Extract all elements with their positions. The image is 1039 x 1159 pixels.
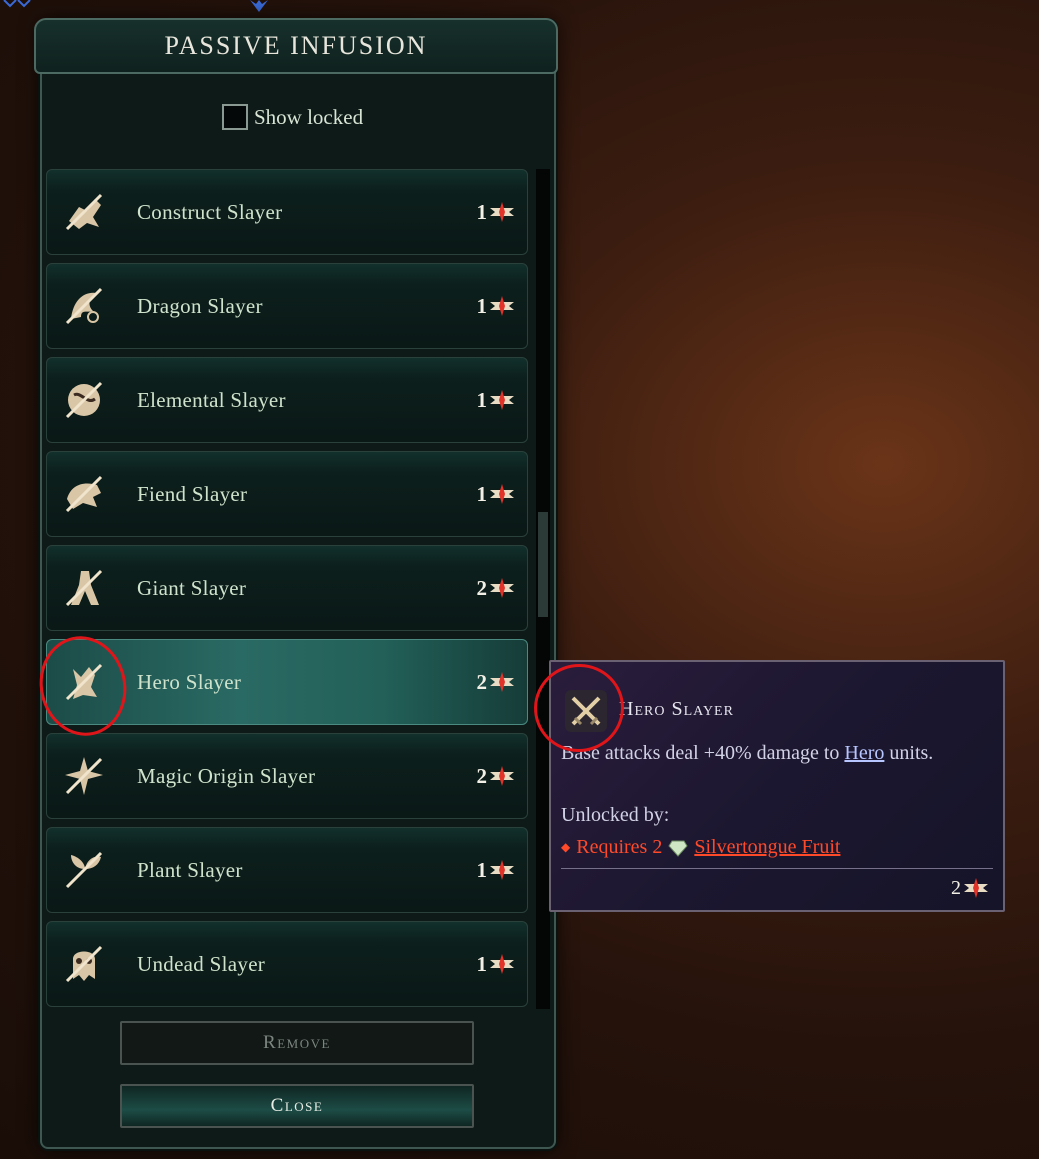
list-item[interactable]: Elemental Slayer 1 <box>46 357 528 443</box>
passive-infusion-panel: PASSIVE INFUSION Show locked Construct S… <box>34 18 558 1149</box>
fiend-slayer-icon <box>59 469 109 519</box>
list-item-cost-value: 1 <box>476 293 488 318</box>
requirement-text: Requires 2 <box>576 836 663 858</box>
plant-slayer-icon <box>59 845 109 895</box>
list-item[interactable]: Fiend Slayer 1 <box>46 451 528 537</box>
list-item-label: Undead Slayer <box>137 951 266 976</box>
unlocked-by-label: Unlocked by: <box>561 804 670 826</box>
list-item-cost: 1 <box>477 858 518 883</box>
list-item-cost: 1 <box>477 200 518 225</box>
show-locked-checkbox[interactable] <box>222 104 248 130</box>
scrollbar-thumb[interactable] <box>538 512 548 617</box>
tooltip-description: Base attacks deal +40% damage to Hero un… <box>561 742 933 765</box>
list-item-label: Elemental Slayer <box>137 387 286 412</box>
title-bar: PASSIVE INFUSION <box>34 18 558 74</box>
remove-button[interactable]: Remove <box>120 1021 474 1065</box>
list-item[interactable]: Dragon Slayer 1 <box>46 263 528 349</box>
construct-slayer-icon <box>59 187 109 237</box>
dragon-slayer-icon <box>59 281 109 331</box>
infusion-cost-icon <box>964 878 988 898</box>
list-item-cost-value: 1 <box>476 857 488 882</box>
list-item-label: Magic Origin Slayer <box>137 763 316 788</box>
infusion-cost-icon <box>490 484 514 504</box>
list-item-cost: 2 <box>477 764 518 789</box>
tooltip-desc-suffix: units. <box>884 742 934 764</box>
silvertongue-fruit-link[interactable]: Silvertongue Fruit <box>694 836 840 859</box>
list-item-cost-value: 2 <box>476 763 488 788</box>
show-locked-toggle[interactable]: Show locked <box>222 104 363 130</box>
tooltip-cost-value: 2 <box>951 876 961 899</box>
tooltip-divider <box>561 868 993 869</box>
list-item-label: Fiend Slayer <box>137 481 248 506</box>
infusion-cost-icon <box>490 954 514 974</box>
sparkle-icon <box>3 0 31 8</box>
list-item-cost-value: 1 <box>476 951 488 976</box>
requirement-line: ◆ Requires 2 Silvertongue Fruit <box>561 836 840 859</box>
list-item-cost-value: 1 <box>476 199 488 224</box>
close-button[interactable]: Close <box>120 1084 474 1128</box>
sparkle-icon <box>250 0 268 12</box>
show-locked-label: Show locked <box>254 104 364 129</box>
list-item-label: Dragon Slayer <box>137 293 263 318</box>
list-item-cost-value: 2 <box>476 575 488 600</box>
window-title: PASSIVE INFUSION <box>164 31 428 60</box>
infusion-cost-icon <box>490 578 514 598</box>
diamond-bullet-icon: ◆ <box>561 840 571 854</box>
magic-origin-slayer-icon <box>59 751 109 801</box>
list-item[interactable]: Undead Slayer 1 <box>46 921 528 1007</box>
list-item-cost: 1 <box>477 482 518 507</box>
list-item[interactable]: Magic Origin Slayer 2 <box>46 733 528 819</box>
infusion-cost-icon <box>490 766 514 786</box>
list-scrollbar[interactable] <box>536 169 550 1009</box>
list-item-cost: 2 <box>477 670 518 695</box>
list-item[interactable]: Giant Slayer 2 <box>46 545 528 631</box>
list-item-cost-value: 2 <box>476 669 488 694</box>
infusion-cost-icon <box>490 202 514 222</box>
infusion-list: Construct Slayer 1 Dragon Slayer 1 Elemental… <box>46 169 550 1013</box>
tooltip-cost: 2 <box>951 876 991 900</box>
list-item[interactable]: Plant Slayer 1 <box>46 827 528 913</box>
giant-slayer-icon <box>59 563 109 613</box>
elemental-slayer-icon <box>59 375 109 425</box>
list-item-label: Hero Slayer <box>137 669 242 694</box>
list-item-cost-value: 1 <box>476 481 488 506</box>
hero-link[interactable]: Hero <box>844 742 884 764</box>
list-item-cost-value: 1 <box>476 387 488 412</box>
list-item-label: Construct Slayer <box>137 199 283 224</box>
tooltip-title: Hero Slayer <box>619 698 734 720</box>
list-item[interactable]: Construct Slayer 1 <box>46 169 528 255</box>
undead-slayer-icon <box>59 939 109 989</box>
infusion-cost-icon <box>490 296 514 316</box>
list-item-label: Plant Slayer <box>137 857 243 882</box>
list-item-cost: 1 <box>477 388 518 413</box>
list-item-cost: 1 <box>477 294 518 319</box>
list-item-label: Giant Slayer <box>137 575 247 600</box>
gem-icon <box>668 840 688 857</box>
infusion-cost-icon <box>490 390 514 410</box>
tooltip-desc-text: Base attacks deal +40% damage to <box>561 742 845 764</box>
list-item-cost: 2 <box>477 576 518 601</box>
infusion-cost-icon <box>490 860 514 880</box>
infusion-cost-icon <box>490 672 514 692</box>
list-item-cost: 1 <box>477 952 518 977</box>
